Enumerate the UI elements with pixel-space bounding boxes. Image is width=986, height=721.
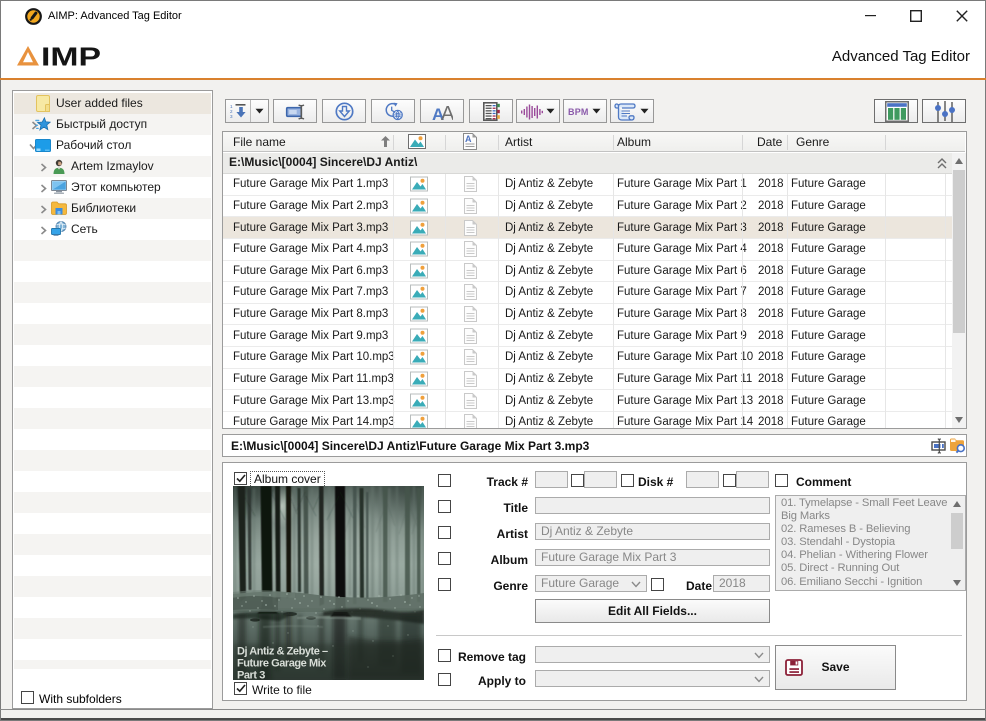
svg-text:Part 3: Part 3	[237, 670, 265, 681]
svg-text:A: A	[441, 103, 453, 121]
svg-text:3: 3	[230, 114, 233, 119]
svg-text:A: A	[465, 134, 472, 144]
svg-text:IMP: IMP	[41, 46, 101, 66]
svg-text:Dj Antiz & Zebyte –: Dj Antiz & Zebyte –	[237, 646, 328, 658]
svg-text:Future Garage Mix: Future Garage Mix	[237, 658, 327, 670]
